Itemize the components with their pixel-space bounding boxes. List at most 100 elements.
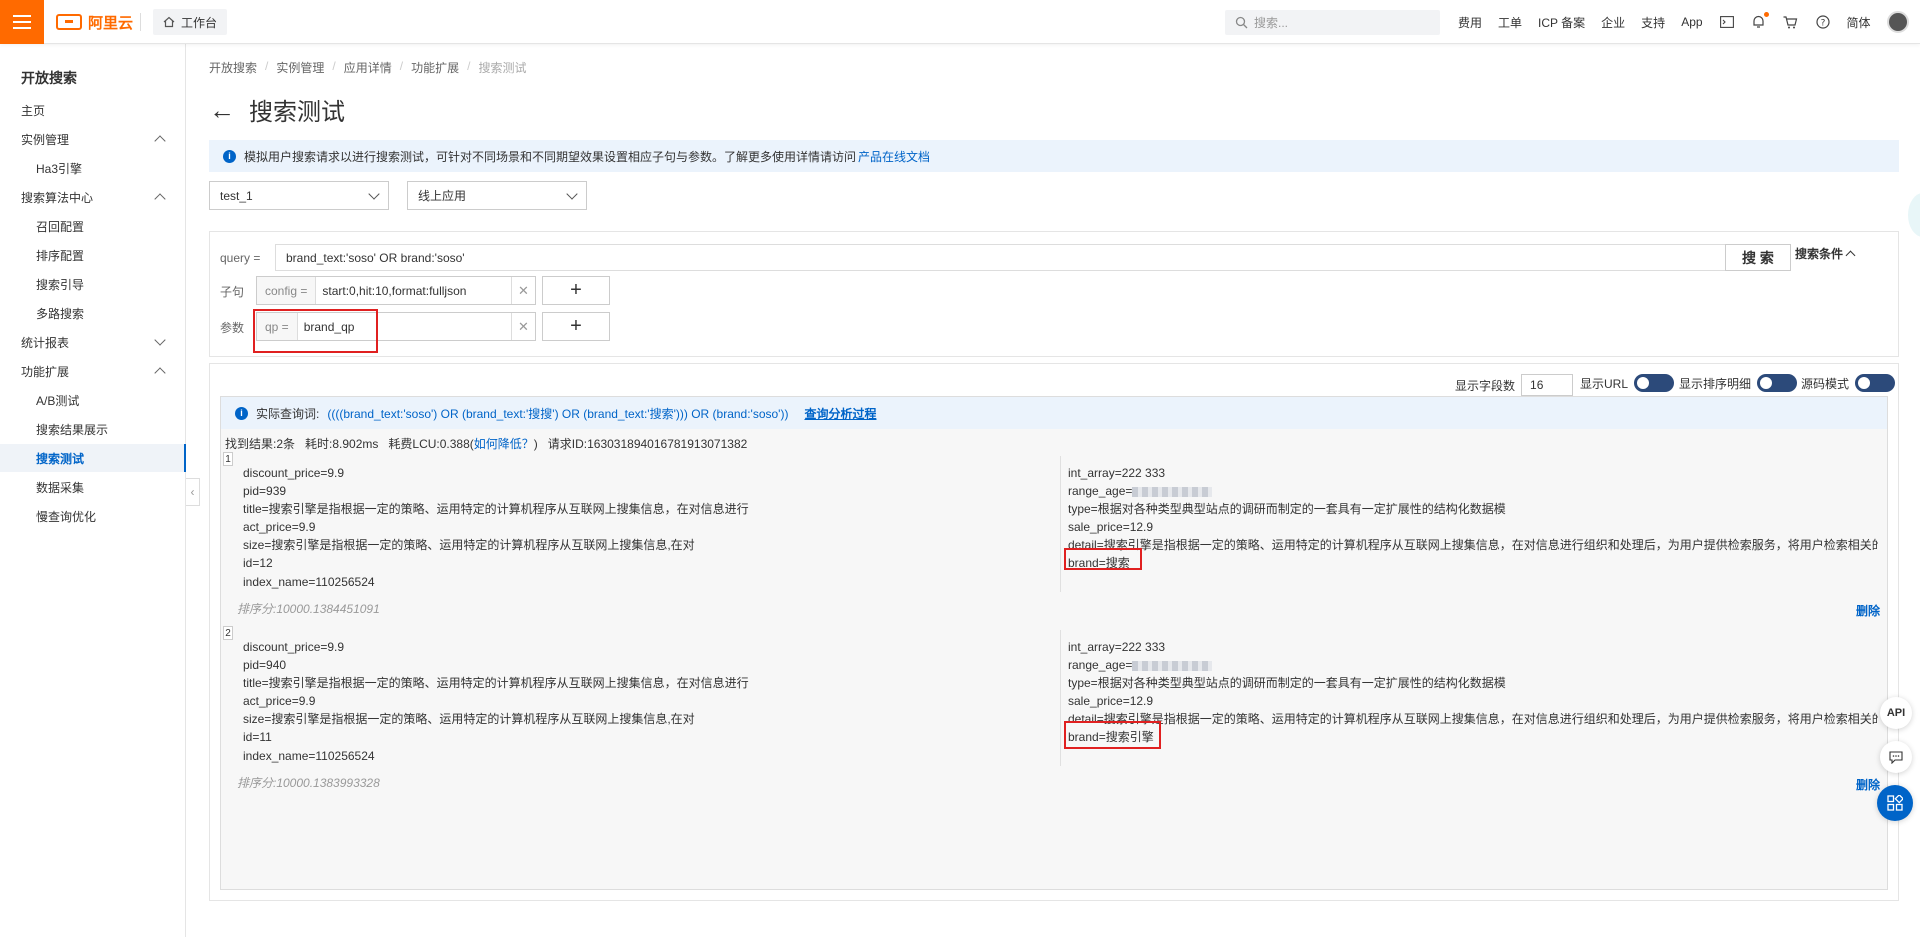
clear-icon[interactable]: ✕ — [511, 277, 535, 304]
workbench-button[interactable]: 工作台 — [153, 9, 228, 35]
terminal-icon[interactable] — [1719, 14, 1735, 30]
sidebar-item-multi-search[interactable]: 多路搜索 — [0, 299, 186, 327]
highlight-box — [1064, 548, 1142, 570]
query-label: query = — [220, 251, 261, 265]
sidebar-item-reports[interactable]: 统计报表 — [0, 328, 186, 356]
apps-grid-icon[interactable] — [1877, 785, 1913, 821]
query-input[interactable]: brand_text:'soso' OR brand:'soso' — [275, 244, 1730, 271]
show-url-label: 显示URL — [1580, 376, 1629, 391]
app-select-value: test_1 — [220, 188, 253, 203]
field: range_age= — [1068, 656, 1878, 674]
record-number: 2 — [223, 626, 233, 640]
docs-link[interactable]: 产品在线文档 — [858, 148, 930, 165]
add-param-button[interactable]: + — [542, 312, 610, 341]
sidebar-item-result-display[interactable]: 搜索结果展示 — [0, 415, 186, 443]
workbench-label: 工作台 — [181, 15, 218, 30]
link-ticket[interactable]: 工单 — [1498, 14, 1522, 31]
chat-icon[interactable] — [1880, 741, 1912, 773]
sidebar-item-instance-mgmt[interactable]: 实例管理 — [0, 125, 186, 153]
sidebar: 开放搜索 主页 实例管理 Ha3引擎 搜索算法中心 召回配置 排序配置 搜索引导… — [0, 44, 186, 937]
actual-query-label: 实际查询词: — [256, 406, 320, 421]
sidebar-item-ab-test[interactable]: A/B测试 — [0, 386, 186, 414]
lcu-suffix: ) — [533, 437, 538, 451]
field: title=搜索引擎是指根据一定的策略、运用特定的计算机程序从互联网上搜集信息，… — [243, 676, 749, 691]
param-label: 参数 — [220, 321, 245, 335]
edge-widget[interactable] — [1908, 193, 1920, 237]
search-conditions-toggle[interactable]: 搜索条件 — [1795, 245, 1856, 262]
request-id: 请求ID:163031894016781913071382 — [547, 437, 748, 451]
sidebar-item-extensions[interactable]: 功能扩展 — [0, 357, 186, 385]
link-icp[interactable]: ICP 备案 — [1538, 14, 1585, 31]
delete-record-link[interactable]: 删除 — [1856, 602, 1880, 619]
aliyun-logo[interactable]: 阿里云 — [56, 12, 133, 32]
logo-text: 阿里云 — [88, 14, 134, 32]
language-switch[interactable]: 简体 — [1847, 14, 1871, 31]
user-avatar[interactable] — [1886, 11, 1909, 33]
add-clause-button[interactable]: + — [542, 276, 610, 305]
sidebar-item-sort[interactable]: 排序配置 — [0, 241, 186, 269]
fields-count-control: 显示字段数 16 — [1455, 374, 1574, 396]
back-arrow-icon[interactable]: ← — [209, 97, 235, 123]
api-button[interactable]: API — [1880, 697, 1912, 729]
fields-count-input[interactable]: 16 — [1521, 374, 1574, 396]
breadcrumb-item[interactable]: 开放搜索 — [209, 59, 257, 76]
blurred-value — [1132, 486, 1213, 497]
sidebar-item-label: 功能扩展 — [21, 364, 70, 379]
sidebar-item-algorithm-center[interactable]: 搜索算法中心 — [0, 183, 186, 211]
page-header: ← 搜索测试 — [209, 92, 345, 127]
field: int_array=222 333 — [1068, 640, 1166, 654]
source-mode-switch[interactable] — [1855, 374, 1896, 392]
breadcrumb-item[interactable]: 应用详情 — [344, 59, 392, 76]
link-app[interactable]: App — [1681, 15, 1702, 29]
clear-icon[interactable]: ✕ — [511, 313, 535, 340]
record-right-fields: int_array=222 333 range_age= type=根据对各种类… — [1068, 464, 1878, 573]
highlight-box — [253, 309, 378, 353]
record-left-fields: discount_price=9.9 pid=939 title=搜索引擎是指根… — [243, 464, 749, 591]
help-icon[interactable]: ? — [1815, 14, 1831, 30]
sidebar-item-label: 实例管理 — [21, 132, 70, 147]
hamburger-menu-icon[interactable] — [0, 0, 44, 44]
sidebar-collapse-handle[interactable]: ‹ — [186, 478, 200, 506]
sidebar-item-label: 召回配置 — [36, 219, 85, 234]
analysis-link[interactable]: 查询分析过程 — [804, 405, 876, 422]
query-value: brand_text:'soso' OR brand:'soso' — [286, 250, 465, 265]
link-enterprise[interactable]: 企业 — [1601, 14, 1625, 31]
chevron-up-icon — [1845, 250, 1856, 261]
record-score: 排序分:10000.1383993328 — [237, 776, 380, 790]
show-sort-switch[interactable] — [1757, 374, 1798, 392]
sidebar-item-search-test[interactable]: 搜索测试 — [0, 444, 186, 472]
lcu-help-link[interactable]: 如何降低？ — [474, 437, 534, 451]
clause-value: start:0,hit:10,format:fulljson — [322, 283, 467, 298]
found-count: 找到结果:2条 — [225, 437, 296, 451]
link-support[interactable]: 支持 — [1641, 14, 1665, 31]
clause-input[interactable]: config = start:0,hit:10,format:fulljson … — [256, 276, 536, 305]
search-button[interactable]: 搜 索 — [1725, 244, 1791, 271]
show-url-switch[interactable] — [1634, 374, 1675, 392]
field: pid=939 — [243, 484, 287, 499]
field-brand: brand=搜索引擎 — [1068, 730, 1154, 745]
sidebar-item-recall[interactable]: 召回配置 — [0, 212, 186, 240]
lcu-prefix: 耗费LCU:0.388( — [388, 437, 474, 451]
app-select[interactable]: test_1 — [209, 181, 389, 210]
sidebar-item-guide[interactable]: 搜索引导 — [0, 270, 186, 298]
env-select[interactable]: 线上应用 — [407, 181, 587, 210]
sidebar-item-slow-query[interactable]: 慢查询优化 — [0, 502, 186, 530]
sidebar-item-ha3[interactable]: Ha3引擎 — [0, 154, 186, 182]
breadcrumb-current: 搜索测试 — [478, 61, 527, 75]
breadcrumb-item[interactable]: 功能扩展 — [411, 59, 459, 76]
query-panel: query = brand_text:'soso' OR brand:'soso… — [209, 231, 1899, 357]
sidebar-item-label: 搜索算法中心 — [21, 190, 94, 205]
breadcrumb-item[interactable]: 实例管理 — [276, 59, 324, 76]
top-links: 费用 工单 ICP 备案 企业 支持 App ? 简体 — [1458, 0, 1909, 44]
source-mode-label: 源码模式 — [1801, 376, 1850, 391]
blurred-value — [1132, 660, 1213, 671]
link-billing[interactable]: 费用 — [1458, 14, 1482, 31]
sidebar-item-data-collection[interactable]: 数据采集 — [0, 473, 186, 501]
global-search-input[interactable]: 搜索... — [1225, 10, 1440, 35]
fields-label: 显示字段数 — [1455, 378, 1516, 393]
bell-icon[interactable] — [1751, 12, 1769, 30]
sidebar-item-home[interactable]: 主页 — [0, 96, 186, 124]
delete-record-link[interactable]: 删除 — [1856, 776, 1880, 793]
search-placeholder: 搜索... — [1254, 16, 1289, 30]
cart-icon[interactable] — [1783, 14, 1799, 30]
